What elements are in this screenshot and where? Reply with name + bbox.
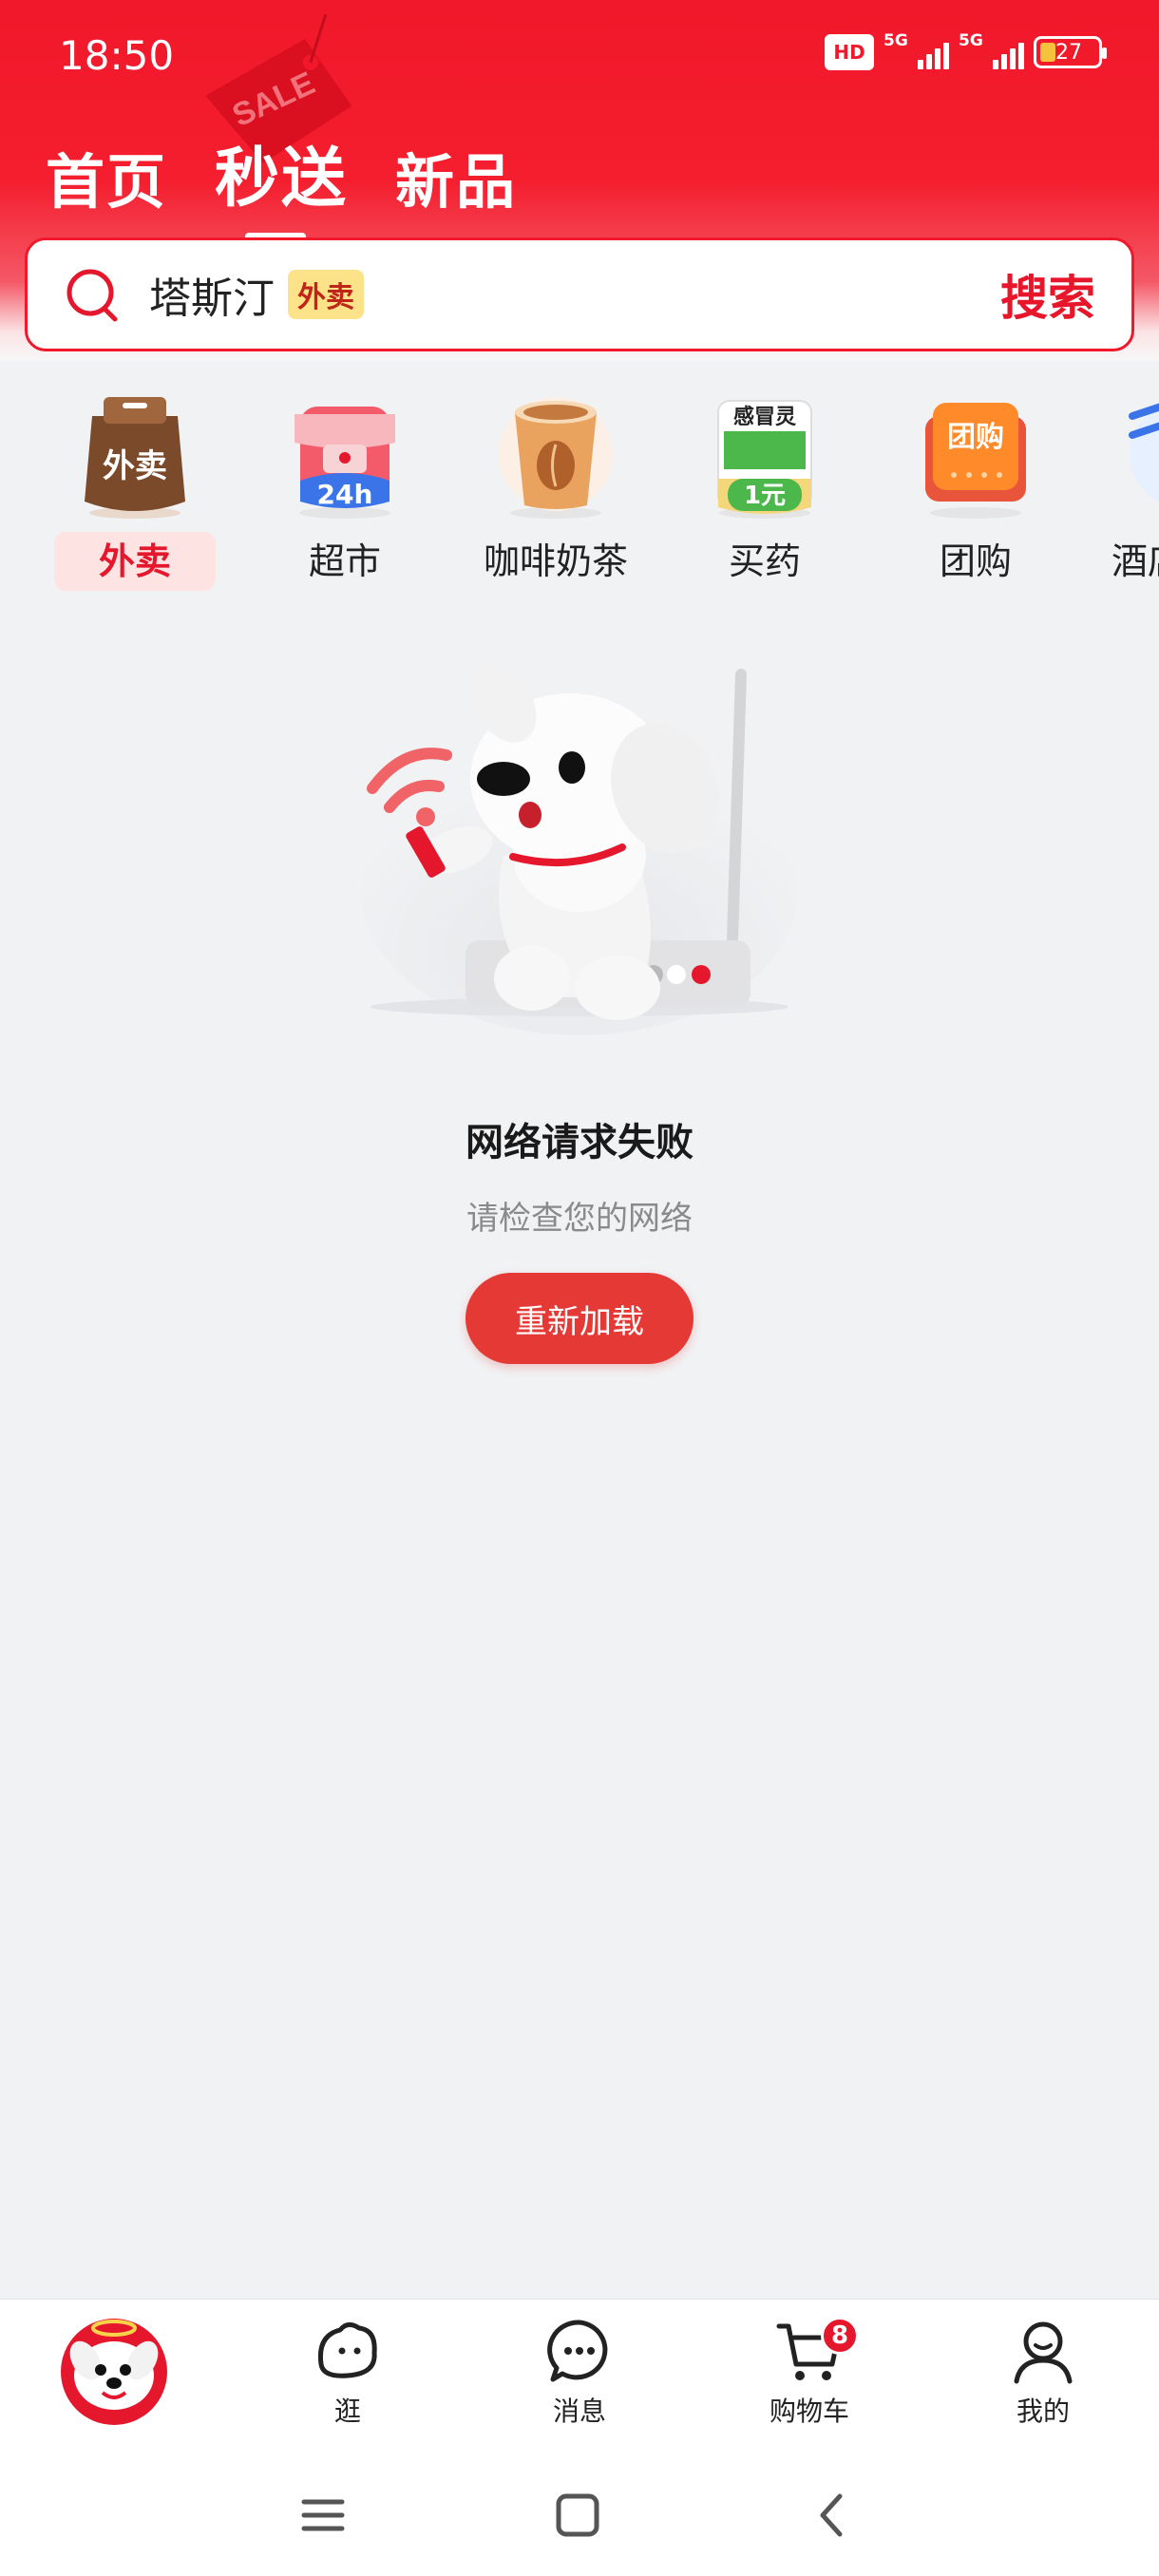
search-tag: 外卖	[288, 270, 364, 319]
tab-home[interactable]: 首页	[46, 134, 167, 219]
coffee-cup-icon	[499, 397, 613, 519]
category-label: 团购	[939, 540, 1012, 582]
reload-button[interactable]: 重新加载	[466, 1273, 694, 1364]
hd-icon: HD	[825, 34, 874, 70]
search-button[interactable]: 搜索	[1000, 260, 1095, 329]
category-row: 外卖 外卖 24h 超市 咖啡奶茶 感冒灵 1元 买药 团购 团购 酒	[0, 380, 1159, 598]
tab-new[interactable]: 新品	[395, 134, 517, 219]
nav-profile-label: 我的	[1016, 2396, 1070, 2427]
supermarket-icon-text: 24h	[317, 479, 373, 510]
category-label: 超市	[308, 540, 381, 582]
takeaway-icon-text: 外卖	[103, 447, 167, 485]
network-error-illustration	[361, 663, 798, 1035]
browse-icon	[317, 2322, 377, 2378]
medicine-price-text: 1元	[744, 482, 786, 510]
tab-express-label: 秒送	[215, 142, 349, 217]
category-label: 外卖	[54, 532, 216, 591]
medicine-icon-text: 感冒灵	[733, 405, 796, 429]
category-hotel[interactable]: 酒店	[1104, 380, 1159, 598]
top-tabs: 首页 秒送 新品	[46, 125, 517, 240]
status-icons: HD 5G 5G 27	[825, 31, 1107, 70]
takeaway-bag-icon: 外卖	[85, 397, 185, 519]
error-title: 网络请求失败	[466, 1121, 694, 1165]
nav-profile[interactable]: 我的	[977, 2309, 1110, 2442]
back-icon[interactable]	[804, 2487, 861, 2544]
header: SALE 18:50 HD 5G 5G 27 首页 秒送 新品 塔斯汀 外卖 搜…	[0, 0, 1159, 361]
signal-icon-2: 5G	[959, 31, 1024, 69]
signal-icon: 5G	[884, 31, 949, 69]
cart-count-badge: 8	[821, 2317, 859, 2355]
category-label: 酒店	[1112, 540, 1159, 582]
home-square-icon[interactable]	[549, 2487, 606, 2544]
category-takeaway[interactable]: 外卖 外卖	[54, 380, 216, 598]
menu-icon[interactable]	[294, 2487, 352, 2544]
search-icon	[66, 269, 118, 322]
bottom-nav: 逛 消息 8 购物车 我的	[0, 2299, 1159, 2451]
tab-express[interactable]: 秒送	[215, 125, 349, 240]
nav-cart-label: 购物车	[769, 2396, 849, 2427]
error-subtitle: 请检查您的网络	[466, 1200, 693, 1238]
nav-messages-label: 消息	[552, 2396, 606, 2427]
medicine-box-icon: 感冒灵 1元	[717, 400, 812, 519]
search-keyword: 塔斯汀	[149, 275, 275, 323]
category-label: 买药	[728, 540, 801, 582]
search-bar[interactable]: 塔斯汀 外卖 搜索	[25, 237, 1134, 351]
group-buy-icon-text: 团购	[947, 421, 1004, 454]
supermarket-icon: 24h	[294, 407, 395, 519]
network-type-1: 5G	[884, 31, 908, 50]
hotel-icon	[1129, 403, 1159, 502]
status-bar: 18:50 HD 5G 5G 27	[0, 0, 1159, 114]
jd-mascot-home-icon[interactable]	[57, 2313, 171, 2427]
network-type-2: 5G	[959, 31, 983, 50]
nav-messages[interactable]: 消息	[513, 2309, 646, 2442]
message-icon	[547, 2320, 608, 2382]
nav-browse-label: 逛	[333, 2396, 361, 2427]
coupon-icon: 团购	[925, 403, 1026, 519]
category-label: 咖啡奶茶	[483, 540, 628, 582]
category-coffee-tea[interactable]: 咖啡奶茶	[475, 380, 636, 598]
nav-browse[interactable]: 逛	[281, 2309, 414, 2442]
category-supermarket[interactable]: 24h 超市	[264, 380, 426, 598]
category-medicine[interactable]: 感冒灵 1元 买药	[684, 380, 846, 598]
category-group-buy[interactable]: 团购 团购	[895, 380, 1056, 598]
system-nav-bar	[0, 2451, 1159, 2576]
profile-icon	[1014, 2321, 1073, 2384]
battery-icon: 27	[1034, 36, 1107, 68]
status-time: 18:50	[59, 32, 175, 79]
nav-cart[interactable]: 8 购物车	[743, 2309, 876, 2442]
battery-level: 27	[1055, 40, 1082, 65]
